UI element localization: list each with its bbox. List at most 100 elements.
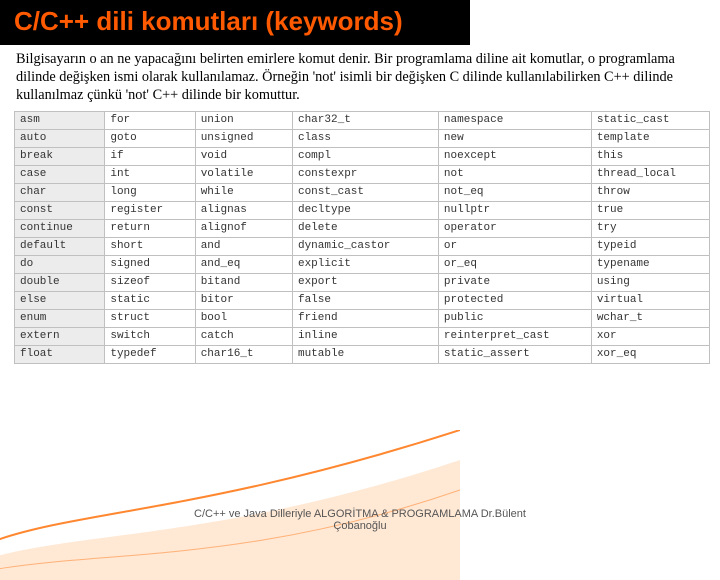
keyword-cell: new: [438, 129, 591, 147]
keyword-cell: short: [105, 237, 195, 255]
keyword-cell: bitand: [195, 273, 292, 291]
keyword-cell: export: [292, 273, 438, 291]
keyword-cell: extern: [15, 327, 105, 345]
keyword-cell: static_assert: [438, 345, 591, 363]
keyword-cell: bitor: [195, 291, 292, 309]
keyword-cell: compl: [292, 147, 438, 165]
keyword-cell: wchar_t: [591, 309, 709, 327]
table-row: dosignedand_eqexplicitor_eqtypename: [15, 255, 710, 273]
keyword-cell: register: [105, 201, 195, 219]
keyword-cell: friend: [292, 309, 438, 327]
keyword-cell: for: [105, 111, 195, 129]
keyword-cell: try: [591, 219, 709, 237]
keyword-cell: default: [15, 237, 105, 255]
keyword-cell: union: [195, 111, 292, 129]
keyword-cell: using: [591, 273, 709, 291]
table-row: doublesizeofbitandexportprivateusing: [15, 273, 710, 291]
keyword-cell: const_cast: [292, 183, 438, 201]
keyword-cell: float: [15, 345, 105, 363]
keyword-cell: typeid: [591, 237, 709, 255]
keyword-cell: throw: [591, 183, 709, 201]
table-row: enumstructboolfriendpublicwchar_t: [15, 309, 710, 327]
keyword-cell: alignof: [195, 219, 292, 237]
decorative-swoosh: [0, 430, 460, 580]
keyword-cell: this: [591, 147, 709, 165]
keyword-cell: asm: [15, 111, 105, 129]
intro-paragraph: Bilgisayarın o an ne yapacağını belirten…: [0, 45, 720, 111]
keyword-cell: namespace: [438, 111, 591, 129]
keyword-cell: explicit: [292, 255, 438, 273]
keyword-cell: xor_eq: [591, 345, 709, 363]
keyword-cell: if: [105, 147, 195, 165]
keyword-cell: do: [15, 255, 105, 273]
keyword-cell: void: [195, 147, 292, 165]
keyword-cell: template: [591, 129, 709, 147]
keyword-cell: unsigned: [195, 129, 292, 147]
keyword-cell: or: [438, 237, 591, 255]
table-row: elsestaticbitorfalseprotectedvirtual: [15, 291, 710, 309]
keyword-cell: public: [438, 309, 591, 327]
footer-line-1: C/C++ ve Java Dilleriyle ALGORİTMA & PRO…: [0, 508, 720, 520]
keyword-cell: case: [15, 165, 105, 183]
keyword-cell: char32_t: [292, 111, 438, 129]
keyword-cell: mutable: [292, 345, 438, 363]
keyword-cell: while: [195, 183, 292, 201]
table-row: charlongwhileconst_castnot_eqthrow: [15, 183, 710, 201]
keyword-cell: dynamic_castor: [292, 237, 438, 255]
keyword-cell: continue: [15, 219, 105, 237]
keyword-cell: alignas: [195, 201, 292, 219]
keyword-cell: true: [591, 201, 709, 219]
keyword-cell: goto: [105, 129, 195, 147]
title-bar: C/C++ dili komutları (keywords): [0, 0, 470, 45]
keyword-cell: false: [292, 291, 438, 309]
keyword-cell: switch: [105, 327, 195, 345]
keyword-cell: constexpr: [292, 165, 438, 183]
keyword-cell: static_cast: [591, 111, 709, 129]
footer-line-2: Çobanoğlu: [0, 520, 720, 532]
table-row: floattypedefchar16_tmutablestatic_assert…: [15, 345, 710, 363]
keyword-cell: long: [105, 183, 195, 201]
keyword-cell: delete: [292, 219, 438, 237]
keyword-cell: not_eq: [438, 183, 591, 201]
table-row: asmforunionchar32_tnamespacestatic_cast: [15, 111, 710, 129]
keyword-cell: thread_local: [591, 165, 709, 183]
keyword-cell: catch: [195, 327, 292, 345]
keyword-cell: struct: [105, 309, 195, 327]
keyword-cell: signed: [105, 255, 195, 273]
table-row: caseintvolatileconstexprnotthread_local: [15, 165, 710, 183]
table-row: autogotounsignedclassnewtemplate: [15, 129, 710, 147]
keyword-cell: class: [292, 129, 438, 147]
keyword-cell: inline: [292, 327, 438, 345]
table-row: externswitchcatchinlinereinterpret_castx…: [15, 327, 710, 345]
keyword-cell: enum: [15, 309, 105, 327]
keyword-cell: char: [15, 183, 105, 201]
keyword-cell: not: [438, 165, 591, 183]
keyword-cell: protected: [438, 291, 591, 309]
keyword-cell: virtual: [591, 291, 709, 309]
keyword-cell: reinterpret_cast: [438, 327, 591, 345]
keyword-cell: operator: [438, 219, 591, 237]
keyword-cell: return: [105, 219, 195, 237]
keywords-table-wrap: asmforunionchar32_tnamespacestatic_casta…: [0, 111, 720, 364]
footer: C/C++ ve Java Dilleriyle ALGORİTMA & PRO…: [0, 508, 720, 532]
table-row: breakifvoidcomplnoexceptthis: [15, 147, 710, 165]
keyword-cell: volatile: [195, 165, 292, 183]
keyword-cell: auto: [15, 129, 105, 147]
table-row: continuereturnalignofdeleteoperatortry: [15, 219, 710, 237]
table-row: constregisteralignasdecltypenullptrtrue: [15, 201, 710, 219]
keyword-cell: sizeof: [105, 273, 195, 291]
keyword-cell: noexcept: [438, 147, 591, 165]
keyword-cell: char16_t: [195, 345, 292, 363]
keyword-cell: typename: [591, 255, 709, 273]
keyword-cell: typedef: [105, 345, 195, 363]
keyword-cell: private: [438, 273, 591, 291]
page-title: C/C++ dili komutları (keywords): [14, 6, 456, 37]
keyword-cell: bool: [195, 309, 292, 327]
keyword-cell: or_eq: [438, 255, 591, 273]
keyword-cell: static: [105, 291, 195, 309]
keyword-cell: else: [15, 291, 105, 309]
keyword-cell: break: [15, 147, 105, 165]
keyword-cell: const: [15, 201, 105, 219]
keyword-cell: nullptr: [438, 201, 591, 219]
keyword-cell: decltype: [292, 201, 438, 219]
